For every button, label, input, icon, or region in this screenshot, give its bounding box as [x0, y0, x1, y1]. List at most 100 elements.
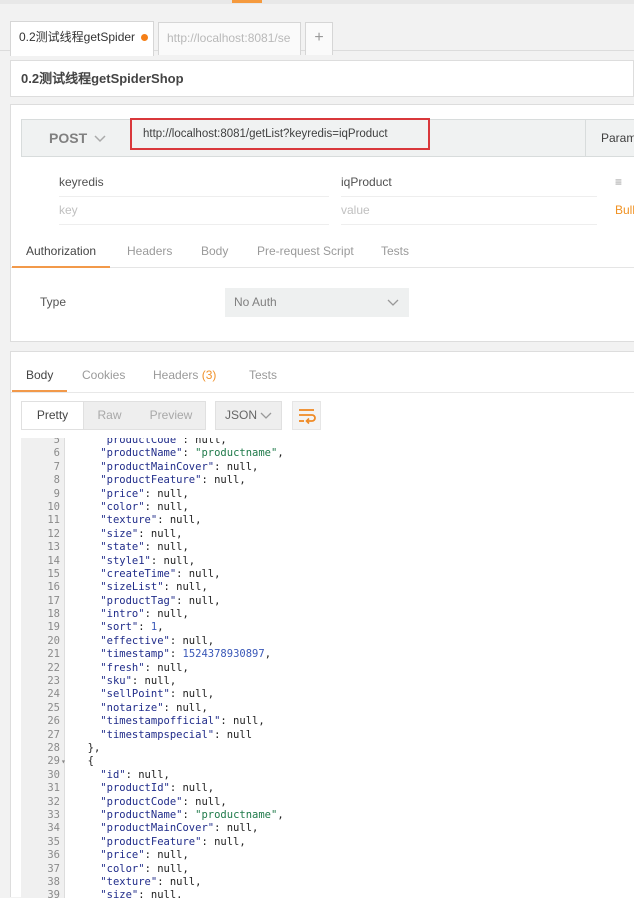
line-number: 30	[47, 768, 60, 781]
line-number: 18	[47, 608, 60, 621]
code-line: 14 "style1": null,	[21, 555, 634, 568]
code-text: "createTime": null,	[100, 567, 221, 580]
code-line: 21 "timestamp": 1524378930897,	[21, 648, 634, 661]
code-line: 13 "state": null,	[21, 541, 634, 554]
code-line: 28 },	[21, 742, 634, 755]
code-text: "texture": null,	[100, 875, 202, 888]
tab-active-request[interactable]: 0.2测试线程getSpider	[10, 21, 154, 56]
line-number: 34	[47, 822, 60, 835]
line-number: 24	[47, 688, 60, 701]
tab-body[interactable]: Body	[201, 235, 228, 267]
code-text: "timestamp": 1524378930897,	[100, 648, 272, 661]
code-text: "notarize": null,	[100, 701, 208, 714]
wrap-lines-icon	[299, 409, 316, 425]
code-line: 20 "effective": null,	[21, 635, 634, 648]
wrap-lines-button[interactable]	[292, 401, 321, 430]
chevron-down-icon	[387, 288, 399, 317]
fold-toggle-icon[interactable]: ▾	[61, 755, 66, 768]
preview-button[interactable]: Preview	[137, 402, 205, 429]
code-text: "timestampspecial": null	[100, 728, 253, 741]
new-tab-button[interactable]: +	[305, 22, 333, 55]
line-number: 32	[47, 795, 60, 808]
code-line: 33 "productName": "productname",	[21, 809, 634, 822]
tab-tests[interactable]: Tests	[381, 235, 409, 267]
tab-response-tests[interactable]: Tests	[249, 360, 277, 390]
tab-bar: 0.2测试线程getSpider http://localhost:8081/s…	[0, 8, 634, 56]
line-number: 27	[47, 728, 60, 741]
response-code-viewer[interactable]: 5 "productCode": null, 6 "productName": "…	[21, 438, 634, 898]
code-text: "productName": "productname",	[100, 447, 284, 460]
line-number: 7	[53, 460, 60, 473]
url-input[interactable]: http://localhost:8081/getList?keyredis=i…	[130, 118, 430, 150]
method-label: POST	[49, 130, 88, 146]
param-key[interactable]: keyredis	[59, 168, 329, 197]
value-input[interactable]: value	[341, 196, 597, 225]
code-line: 16 "sizeList": null,	[21, 581, 634, 594]
line-number: 6	[53, 447, 60, 460]
bulk-edit-button[interactable]: Bulk	[615, 196, 634, 224]
tab-cookies[interactable]: Cookies	[82, 360, 125, 390]
line-number: 11	[47, 514, 60, 527]
code-line: 5 "productCode": null,	[21, 438, 634, 447]
line-number: 21	[47, 648, 60, 661]
top-border	[0, 0, 634, 4]
method-select[interactable]: POST	[22, 120, 130, 156]
code-text: "productFeature": null,	[100, 474, 246, 487]
code-text: "fresh": null,	[100, 661, 189, 674]
tab-response-body[interactable]: Body	[11, 360, 68, 392]
chevron-down-icon	[94, 120, 106, 156]
code-text: "style1": null,	[100, 554, 196, 567]
line-number: 25	[47, 701, 60, 714]
tab-authorization[interactable]: Authorization	[11, 235, 111, 268]
tab-localhost-request[interactable]: http://localhost:8081/se	[158, 22, 301, 55]
code-text: "sort": 1,	[100, 621, 164, 634]
code-line: 12 "size": null,	[21, 528, 634, 541]
line-number: 26	[47, 715, 60, 728]
headers-count: (3)	[201, 368, 217, 382]
url-row: POST http://localhost:8081/getList?keyre…	[21, 118, 634, 157]
tab-headers[interactable]: Headers	[127, 235, 172, 267]
response-tabs: Body Cookies Headers (3) Tests	[11, 360, 634, 393]
code-text: "color": null,	[100, 500, 189, 513]
code-line: 38 "texture": null,	[21, 876, 634, 889]
code-lines: 5 "productCode": null, 6 "productName": "…	[21, 438, 634, 898]
code-text: {	[75, 755, 94, 768]
params-label: Param	[601, 131, 634, 145]
param-value[interactable]: iqProduct	[341, 168, 597, 197]
request-name-bar[interactable]: 0.2测试线程getSpiderShop	[10, 60, 634, 97]
code-line: 19 "sort": 1,	[21, 621, 634, 634]
code-line: 9 "price": null,	[21, 488, 634, 501]
code-text: "texture": null,	[100, 514, 202, 527]
code-text: "productName": "productname",	[100, 808, 284, 821]
code-text: "productCode": null,	[100, 795, 227, 808]
line-number: 33	[47, 808, 60, 821]
code-text: "id": null,	[100, 768, 170, 781]
code-line: 22 "fresh": null,	[21, 662, 634, 675]
auth-type-select[interactable]: No Auth	[225, 288, 409, 317]
tab-pre-request-script[interactable]: Pre-request Script	[257, 235, 354, 267]
unsaved-dot-icon	[141, 34, 149, 42]
tab-label: 0.2测试线程getSpider	[19, 30, 136, 44]
line-number: 23	[47, 675, 60, 688]
code-line: 27 "timestampspecial": null	[21, 729, 634, 742]
code-text: "sku": null,	[100, 675, 177, 688]
code-line: 10 "color": null,	[21, 501, 634, 514]
request-tabs: Authorization Headers Body Pre-request S…	[11, 235, 634, 268]
line-number: 16	[47, 581, 60, 594]
line-number: 28	[47, 741, 60, 754]
line-number: 10	[47, 500, 60, 513]
code-line: 18 "intro": null,	[21, 608, 634, 621]
param-row-empty: key value Bulk	[23, 196, 634, 225]
raw-button[interactable]: Raw	[84, 402, 135, 429]
tab-response-headers[interactable]: Headers (3)	[153, 360, 216, 390]
code-line: 11 "texture": null,	[21, 514, 634, 527]
chevron-down-icon	[260, 402, 272, 429]
code-line: 35 "productFeature": null,	[21, 836, 634, 849]
format-select[interactable]: JSON	[215, 401, 282, 430]
params-button[interactable]: Param	[585, 119, 634, 157]
key-input[interactable]: key	[59, 196, 329, 225]
response-panel: Body Cookies Headers (3) Tests Pretty Ra…	[10, 351, 634, 898]
code-text: "productMainCover": null,	[100, 460, 259, 473]
row-menu-icon[interactable]: ≡	[615, 168, 622, 196]
pretty-button[interactable]: Pretty	[22, 402, 84, 429]
